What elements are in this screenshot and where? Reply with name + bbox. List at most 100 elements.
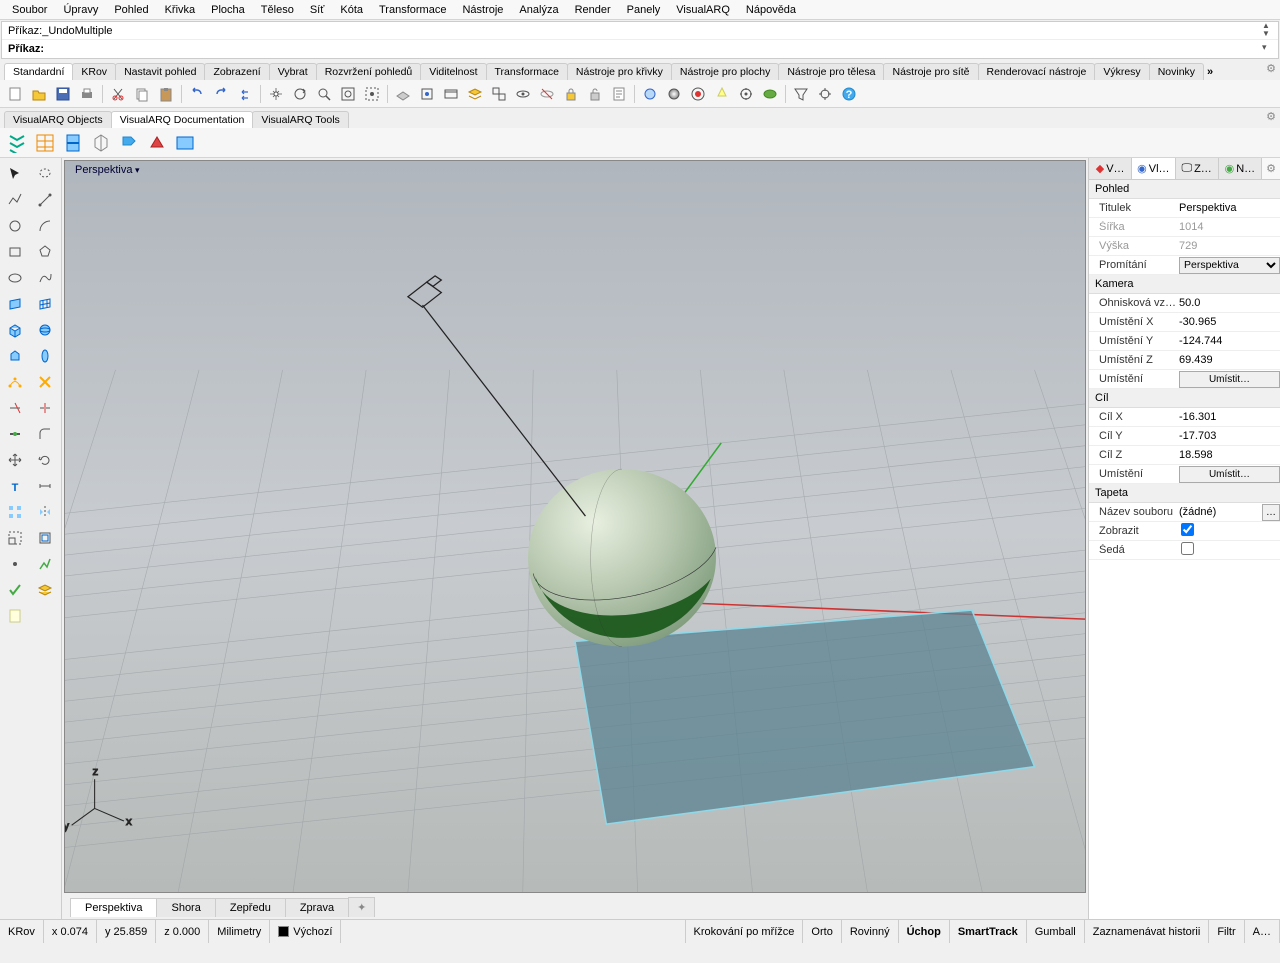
status-toggle-ortho[interactable]: Orto [803, 920, 841, 943]
ellipse-icon[interactable] [2, 266, 28, 290]
tab-viewport-layout[interactable]: Rozvržení pohledů [316, 63, 422, 80]
show-icon[interactable] [512, 83, 534, 105]
lock-icon[interactable] [560, 83, 582, 105]
tab-select[interactable]: Vybrat [269, 63, 317, 80]
status-cplane[interactable]: KRov [0, 920, 44, 943]
grasshopper-icon[interactable] [759, 83, 781, 105]
va-level-icon[interactable] [4, 131, 30, 155]
redo-icon[interactable] [210, 83, 232, 105]
menu-item[interactable]: Analýza [511, 2, 566, 18]
menu-item[interactable]: VisualARQ [668, 2, 738, 18]
status-units[interactable]: Milimetry [209, 920, 270, 943]
wallpaper-show-checkbox[interactable] [1181, 523, 1194, 536]
menu-item[interactable]: Nápověda [738, 2, 804, 18]
prop-value[interactable]: 18.598 [1175, 449, 1280, 461]
tab-va-objects[interactable]: VisualARQ Objects [4, 111, 112, 128]
undo-multiple-icon[interactable] [234, 83, 256, 105]
render-icon[interactable] [639, 83, 661, 105]
tab-new[interactable]: Novinky [1149, 63, 1204, 80]
tab-visibility[interactable]: Viditelnost [420, 63, 486, 80]
prop-value[interactable]: -124.744 [1175, 335, 1280, 347]
move-icon[interactable] [2, 448, 28, 472]
rotate-icon[interactable] [32, 448, 58, 472]
copy-icon[interactable] [131, 83, 153, 105]
prop-value[interactable]: Perspektiva [1175, 202, 1280, 214]
tab-display[interactable]: Zobrazení [204, 63, 269, 80]
command-prompt-line[interactable]: Příkaz: ▾ [2, 40, 1278, 58]
cut-icon[interactable] [107, 83, 129, 105]
zoom-extents-icon[interactable] [337, 83, 359, 105]
prop-value[interactable]: 69.439 [1175, 354, 1280, 366]
wallpaper-browse-button[interactable]: … [1262, 504, 1280, 521]
shade-icon[interactable] [663, 83, 685, 105]
sphere-icon[interactable] [32, 318, 58, 342]
pointer-icon[interactable] [2, 162, 28, 186]
analyze-icon[interactable] [32, 552, 58, 576]
tab-standard[interactable]: Standardní [4, 63, 73, 80]
split-icon[interactable] [32, 396, 58, 420]
edit-points-icon[interactable] [2, 370, 28, 394]
status-toggle-planar[interactable]: Rovinný [842, 920, 899, 943]
check-icon[interactable] [2, 578, 28, 602]
box-icon[interactable] [2, 318, 28, 342]
cplane-icon[interactable] [392, 83, 414, 105]
revolve-icon[interactable] [32, 344, 58, 368]
menu-item[interactable]: Soubor [4, 2, 55, 18]
prop-value[interactable]: -16.301 [1175, 411, 1280, 423]
va-space-icon[interactable] [144, 131, 170, 155]
help-icon[interactable]: ? [838, 83, 860, 105]
projection-select[interactable]: Perspektiva [1179, 257, 1280, 274]
point-icon[interactable] [2, 552, 28, 576]
layer-mgr-icon[interactable] [32, 578, 58, 602]
paste-icon[interactable] [155, 83, 177, 105]
material-icon[interactable] [687, 83, 709, 105]
open-icon[interactable] [28, 83, 50, 105]
viewport-tab-top[interactable]: Shora [156, 898, 215, 917]
command-options-icon[interactable]: ▾ [1262, 42, 1276, 53]
unlock-icon[interactable] [584, 83, 606, 105]
va-tag-icon[interactable] [116, 131, 142, 155]
menu-item[interactable]: Render [567, 2, 619, 18]
viewport-tab-add[interactable]: ✦ [348, 897, 375, 917]
command-input[interactable] [44, 43, 1272, 55]
tab-surface-tools[interactable]: Nástroje pro plochy [671, 63, 779, 80]
curve-icon[interactable] [32, 266, 58, 290]
tabs-overflow-icon[interactable]: » [1203, 64, 1217, 80]
spotlight-icon[interactable] [711, 83, 733, 105]
set-view-icon[interactable] [416, 83, 438, 105]
tab-drafting[interactable]: Výkresy [1094, 63, 1149, 80]
prop-value[interactable]: 50.0 [1175, 297, 1280, 309]
menu-item[interactable]: Nástroje [454, 2, 511, 18]
menu-item[interactable]: Křivka [157, 2, 204, 18]
extrude-icon[interactable] [2, 344, 28, 368]
rotate-view-icon[interactable] [289, 83, 311, 105]
history-scroll-icon[interactable]: ▲▼ [1262, 22, 1276, 38]
viewport-tab-front[interactable]: Zepředu [215, 898, 286, 917]
tab-va-tools[interactable]: VisualARQ Tools [252, 111, 348, 128]
place-camera-button[interactable]: Umístit… [1179, 371, 1280, 388]
mirror-icon[interactable] [32, 500, 58, 524]
panel-tab-display[interactable]: 🖵Z… [1176, 158, 1219, 179]
panel-tab-layers[interactable]: ◆V… [1089, 158, 1132, 179]
panel-tab-properties[interactable]: ◉Vl… [1132, 158, 1175, 179]
status-toggle-filter[interactable]: Filtr [1209, 920, 1244, 943]
undo-icon[interactable] [186, 83, 208, 105]
viewport-tab-right[interactable]: Zprava [285, 898, 349, 917]
fillet-icon[interactable] [32, 422, 58, 446]
surface-icon[interactable] [2, 292, 28, 316]
status-toggle-grid-snap[interactable]: Krokování po mřížce [686, 920, 804, 943]
print-icon[interactable] [76, 83, 98, 105]
tab-set-view[interactable]: Nastavit pohled [115, 63, 205, 80]
trim-icon[interactable] [2, 396, 28, 420]
status-toggle-more[interactable]: A… [1245, 920, 1280, 943]
hide-icon[interactable] [536, 83, 558, 105]
pan-icon[interactable] [265, 83, 287, 105]
menu-item[interactable]: Plocha [203, 2, 253, 18]
tab-krov[interactable]: KRov [72, 63, 116, 80]
viewport-tab-perspective[interactable]: Perspektiva [70, 898, 157, 917]
polygon-icon[interactable] [32, 240, 58, 264]
va-tabs-gear-icon[interactable]: ⚙ [1266, 110, 1276, 123]
wallpaper-gray-checkbox[interactable] [1181, 542, 1194, 555]
osnap-icon[interactable] [814, 83, 836, 105]
scale-icon[interactable] [2, 526, 28, 550]
